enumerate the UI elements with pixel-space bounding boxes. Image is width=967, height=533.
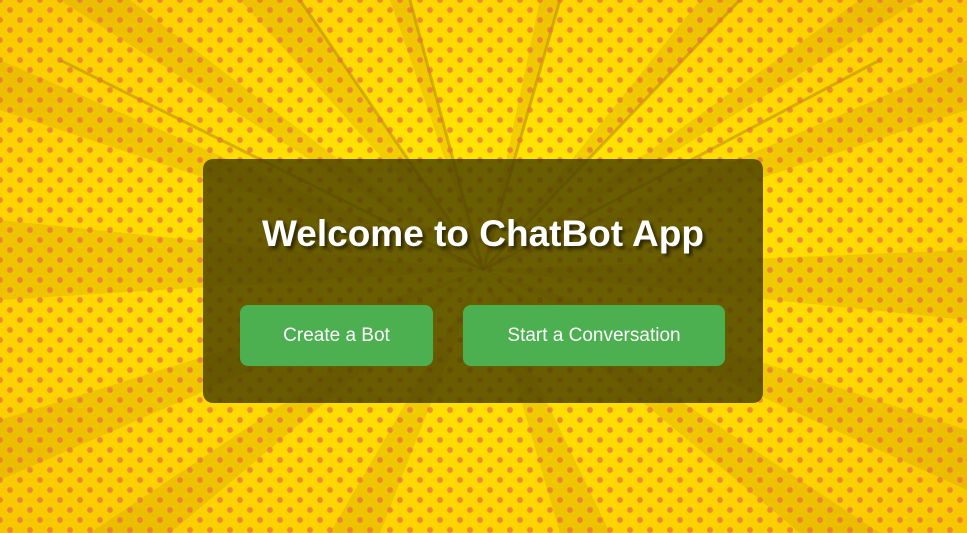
start-conversation-button[interactable]: Start a Conversation bbox=[463, 305, 725, 366]
page-title: Welcome to ChatBot App bbox=[262, 213, 704, 254]
create-bot-button[interactable]: Create a Bot bbox=[240, 305, 433, 366]
welcome-card: Welcome to ChatBot App Create a Bot Star… bbox=[203, 159, 763, 403]
